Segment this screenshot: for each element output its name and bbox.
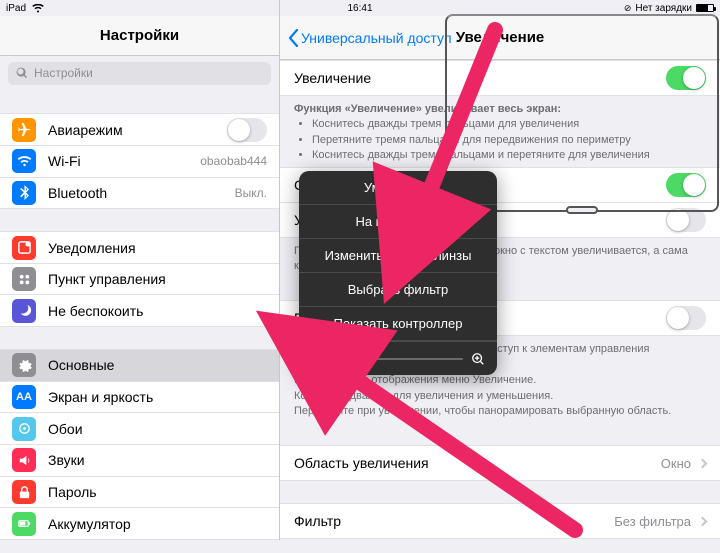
bluetooth-icon [12,181,36,205]
row-zoom-region[interactable]: Область увеличения Окно [280,445,720,481]
follow-focus-toggle[interactable] [666,173,706,197]
chevron-right-icon [698,458,708,468]
sidebar-item-airplane[interactable]: Авиарежим [0,113,279,146]
chevron-right-icon [698,516,708,526]
airplane-icon [12,118,36,142]
sidebar-item-general[interactable]: Основные [0,349,279,382]
status-bar: iPad 16:41 ⊘ Нет зарядки [0,0,720,16]
page-title: Увеличение [456,29,545,46]
popover-item-show-controller[interactable]: Показать контроллер [299,307,497,341]
popover-item-choose-filter[interactable]: Выбрать фильтр [299,273,497,307]
popover-item-fullscreen[interactable]: На весь экран [299,205,497,239]
zoom-popover: Уменьшить На весь экран Изменить размер … [299,171,497,375]
dnd-icon [12,299,36,323]
sidebar-item-notifications[interactable]: Уведомления [0,231,279,264]
passcode-icon [12,480,36,504]
sidebar-item-battery[interactable]: Аккумулятор [0,507,279,540]
zoom-description: Функция «Увеличение» увеличивает весь эк… [280,96,720,168]
popover-zoom-slider[interactable] [299,341,497,375]
back-button[interactable]: Универсальный доступ [280,29,460,47]
display-icon: AA [12,385,36,409]
wallpaper-icon [12,417,36,441]
sidebar-item-display[interactable]: AA Экран и яркость [0,381,279,414]
zoom-out-icon [311,352,325,366]
sidebar-item-control-center[interactable]: Пункт управления [0,263,279,296]
clock: 16:41 [347,3,372,14]
charge-status: Нет зарядки [635,3,692,14]
row-zoom-filter[interactable]: Фильтр Без фильтра [280,503,720,539]
detail-header: Универсальный доступ Увеличение [280,16,720,60]
sidebar-item-wallpaper[interactable]: Обои [0,412,279,445]
gear-icon [12,353,36,377]
sounds-icon [12,448,36,472]
wifi-icon [32,4,44,13]
popover-item-resize-lens[interactable]: Изменить размер линзы [299,239,497,273]
battery-menu-icon [12,512,36,536]
popover-item-zoom-out[interactable]: Уменьшить [299,171,497,205]
zoom-in-icon [471,352,485,366]
row-zoom[interactable]: Увеличение [280,60,720,96]
zoom-toggle[interactable] [666,66,706,90]
chevron-left-icon [288,29,299,47]
sidebar-item-wifi[interactable]: Wi-Fi obaobab444 [0,145,279,178]
sidebar-title: Настройки [0,16,279,56]
control-center-icon [12,267,36,291]
airplane-toggle[interactable] [227,118,267,142]
smart-typing-toggle[interactable] [666,208,706,232]
search-icon [16,67,28,79]
sidebar: Настройки Настройки Авиарежим Wi-Fi obao… [0,0,280,540]
device-name: iPad [6,3,26,14]
sidebar-item-dnd[interactable]: Не беспокоить [0,294,279,327]
search-input[interactable]: Настройки [8,62,271,85]
sidebar-item-passcode[interactable]: Пароль [0,476,279,509]
sidebar-item-bluetooth[interactable]: Bluetooth Выкл. [0,177,279,210]
sidebar-item-sounds[interactable]: Звуки [0,444,279,477]
notifications-icon [12,236,36,260]
wifi-icon [12,149,36,173]
show-controller-toggle[interactable] [666,306,706,330]
battery-icon [696,4,714,12]
